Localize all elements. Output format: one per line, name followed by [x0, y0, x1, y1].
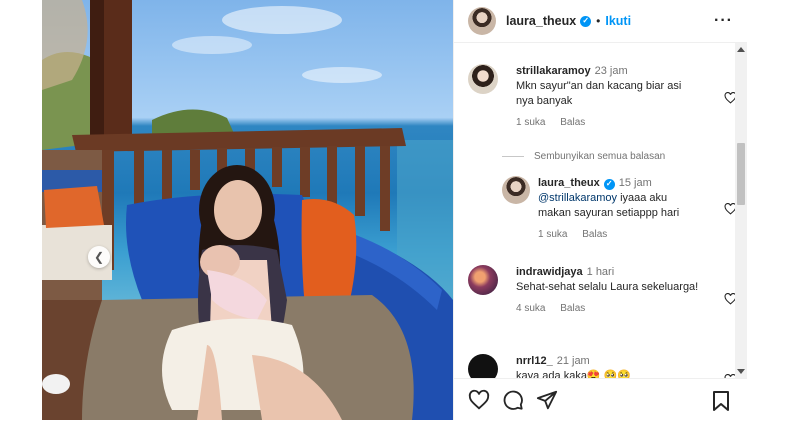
commenter-avatar[interactable] [468, 265, 498, 295]
comment-icon[interactable] [502, 389, 524, 411]
comment-meta: 4 suka Balas [516, 301, 701, 316]
chevron-left-icon: ❮ [93, 250, 105, 264]
photo-scene [42, 0, 453, 420]
comment-username[interactable]: strillakaramoy [516, 65, 591, 77]
reply-likes[interactable]: 1 suka [538, 229, 567, 240]
comments-list: strillakaramoy 23 jam Mkn sayur"an dan ka… [454, 43, 747, 378]
hide-replies-toggle[interactable]: Sembunyikan semua balasan [502, 151, 665, 162]
header-separator: • [596, 14, 601, 28]
post-photo: ❮ [42, 0, 453, 420]
comment-time: 21 jam [556, 355, 590, 367]
comment-text: Mkn sayur"an dan kacang biar asi nya ban… [516, 80, 682, 107]
comment-item: nrrl12_ 21 jam kaya ada kaka😍 🥺🥺 [468, 354, 737, 378]
reply-meta: 1 suka Balas [538, 227, 701, 242]
reply-body: laura_theux ✓ 15 jam @strillakaramoy iyaaa… [538, 176, 701, 242]
author-avatar[interactable] [468, 7, 496, 35]
share-icon[interactable] [536, 389, 558, 411]
comment-likes[interactable]: 1 suka [516, 117, 545, 128]
verified-badge-icon: ✓ [603, 178, 615, 190]
commenter-avatar[interactable] [468, 64, 498, 94]
scroll-down-icon[interactable] [737, 369, 745, 374]
reply-mention[interactable]: @strillakaramoy [538, 192, 617, 204]
bookmark-icon[interactable] [711, 390, 731, 412]
reply-button[interactable]: Balas [560, 303, 585, 314]
hide-replies-label: Sembunyikan semua balasan [534, 151, 666, 162]
comment-item: indrawidjaya 1 hari Sehat-sehat selalu La… [468, 265, 737, 345]
comment-username[interactable]: nrrl12_ [516, 355, 553, 367]
comment-likes[interactable]: 4 suka [516, 303, 545, 314]
comment-text: Sehat-sehat selalu Laura sekeluarga! [516, 281, 699, 293]
previous-photo-button[interactable]: ❮ [88, 246, 110, 268]
reply-item: laura_theux ✓ 15 jam @strillakaramoy iyaaa… [502, 176, 737, 256]
reply-avatar[interactable] [502, 176, 530, 204]
verified-badge-icon: ✓ [580, 15, 592, 27]
more-options-icon[interactable]: ··· [714, 12, 733, 30]
post-actions-bar [454, 378, 747, 421]
commenter-avatar[interactable] [468, 354, 498, 378]
post-header: laura_theux ✓ • Ikuti ··· [454, 0, 747, 43]
post-side-panel: laura_theux ✓ • Ikuti ··· strillakaramoy… [453, 0, 747, 420]
comment-text: kaya ada kaka😍 🥺🥺 [516, 370, 632, 378]
comment-username[interactable]: indrawidjaya [516, 266, 583, 278]
comment-meta: 1 suka Balas [516, 115, 701, 130]
reply-button[interactable]: Balas [582, 229, 607, 240]
comment-body: nrrl12_ 21 jam kaya ada kaka😍 🥺🥺 [516, 354, 701, 378]
follow-button[interactable]: Ikuti [605, 14, 631, 28]
comment-time: 1 hari [586, 266, 615, 278]
author-username[interactable]: laura_theux [506, 14, 576, 28]
comment-item: strillakaramoy 23 jam Mkn sayur"an dan ka… [468, 64, 737, 144]
reply-button[interactable]: Balas [560, 117, 585, 128]
scrollbar-thumb[interactable] [737, 143, 745, 205]
scroll-up-icon[interactable] [737, 47, 745, 52]
comment-body: indrawidjaya 1 hari Sehat-sehat selalu La… [516, 265, 701, 316]
comment-body: strillakaramoy 23 jam Mkn sayur"an dan ka… [516, 64, 701, 130]
comments-scrollbar[interactable] [735, 43, 747, 378]
replies-divider [502, 156, 524, 157]
reply-time: 15 jam [618, 177, 652, 189]
heart-icon[interactable] [468, 389, 490, 411]
comment-time: 23 jam [594, 65, 628, 77]
reply-username[interactable]: laura_theux [538, 177, 600, 189]
